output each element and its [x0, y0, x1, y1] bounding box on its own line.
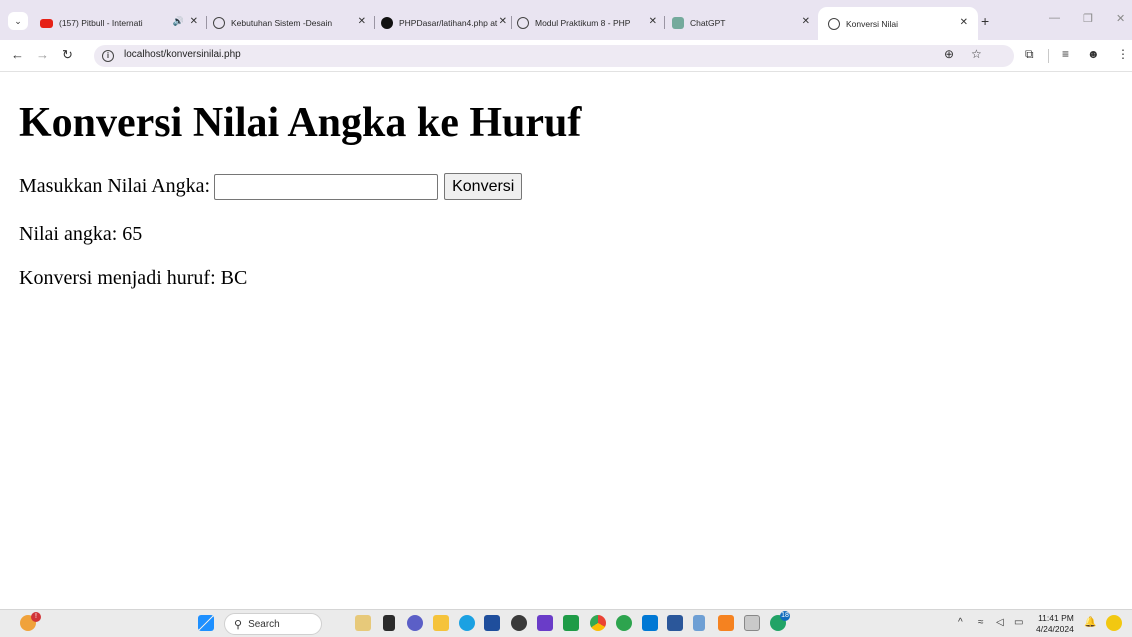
file-explorer-icon[interactable] [433, 615, 449, 631]
url-text: localhost/konversinilai.php [124, 49, 241, 60]
clock-time: 11:41 PM [1038, 613, 1074, 623]
globe-icon [213, 17, 225, 29]
profile-app-icon[interactable] [1106, 615, 1122, 631]
clock-date: 4/24/2024 [1036, 624, 1074, 634]
reload-icon[interactable]: ↻ [62, 47, 73, 63]
forward-icon[interactable]: → [36, 47, 49, 62]
vscode-icon[interactable] [642, 615, 658, 631]
visual-studio-icon[interactable] [537, 615, 553, 631]
word-icon[interactable] [667, 615, 683, 631]
tab-chatgpt[interactable]: ChatGPT ✕ [672, 12, 810, 34]
minimize-icon[interactable]: — [1049, 12, 1060, 24]
address-bar[interactable]: i localhost/konversinilai.php ⊕ ☆ [94, 45, 1014, 67]
chrome-icon[interactable] [590, 615, 606, 631]
konversi-form: Masukkan Nilai Angka: Konversi [19, 173, 523, 200]
copilot-widget-icon[interactable] [355, 615, 371, 631]
tab-separator [664, 16, 665, 29]
page-viewport: Konversi Nilai Angka ke Huruf Masukkan N… [0, 73, 1132, 609]
close-tab-icon[interactable]: ✕ [358, 16, 366, 27]
tab-youtube[interactable]: (157) Pitbull - Internati 🔊 ✕ [40, 12, 198, 34]
app-icon[interactable] [616, 615, 632, 631]
profile-avatar-icon[interactable]: ☻ [1087, 47, 1100, 61]
close-tab-icon[interactable]: ✕ [802, 16, 810, 27]
tab-title: PHPDasar/latihan4.php at [399, 18, 498, 28]
store-icon[interactable] [484, 615, 500, 631]
nilai-angka-input[interactable] [214, 173, 439, 200]
edge-icon[interactable] [459, 615, 475, 631]
audio-playing-icon[interactable]: 🔊 [173, 16, 184, 27]
tab-search-dropdown-icon[interactable]: ⌄ [8, 12, 28, 30]
wifi-icon[interactable]: ≈ [978, 617, 984, 628]
close-tab-icon[interactable]: ✕ [499, 16, 507, 27]
tab-title: Modul Praktikum 8 - PHP [535, 18, 631, 28]
battery-icon[interactable]: ▭ [1014, 617, 1023, 628]
show-hidden-icons-chevron-icon[interactable]: ^ [958, 617, 963, 628]
youtube-icon [40, 18, 53, 28]
search-icon: ⚲ [234, 618, 243, 631]
page-title: Konversi Nilai Angka ke Huruf [19, 100, 582, 146]
tab-strip: ⌄ (157) Pitbull - Internati 🔊 ✕ Kebutuha… [0, 0, 1132, 40]
windows-taskbar: ! ⚲ Search 18 ^ ≈ ◁ ▭ 11:41 PM 4/24/2024… [0, 609, 1132, 637]
taskbar-clock[interactable]: 11:41 PM 4/24/2024 [1036, 613, 1074, 635]
weather-alert-badge: ! [31, 612, 41, 622]
tab-separator [511, 16, 512, 29]
new-tab-icon[interactable]: + [981, 13, 989, 29]
zoom-icon[interactable]: ⊕ [944, 47, 954, 61]
tab-title: ChatGPT [690, 18, 726, 28]
taskbar-search-box[interactable]: ⚲ Search [224, 613, 322, 635]
toolbar-separator [1048, 49, 1049, 63]
globe-icon [517, 17, 529, 29]
tab-separator [374, 16, 375, 29]
tab-modul-praktikum[interactable]: Modul Praktikum 8 - PHP ✕ [517, 12, 657, 34]
close-tab-icon[interactable]: ✕ [649, 16, 657, 27]
xbox-icon[interactable] [563, 615, 579, 631]
restore-icon[interactable]: ❐ [1083, 12, 1093, 25]
task-view-icon[interactable] [383, 615, 395, 631]
bookmark-star-icon[interactable]: ☆ [971, 47, 982, 61]
app-icon[interactable] [511, 615, 527, 631]
chatgpt-icon [672, 17, 684, 29]
close-tab-icon[interactable]: ✕ [190, 16, 198, 27]
menu-kebab-icon[interactable]: ⋮ [1117, 47, 1129, 61]
notification-count-badge: 18 [780, 611, 790, 621]
reading-list-icon[interactable]: ≡ [1062, 47, 1069, 61]
tab-title: Kebutuhan Sistem -Desain [231, 18, 333, 28]
teams-chat-icon[interactable] [407, 615, 423, 631]
back-icon[interactable]: ← [11, 47, 24, 62]
browser-toolbar: ← → ↻ i localhost/konversinilai.php ⊕ ☆ [0, 40, 1132, 72]
result-nilai-angka: Nilai angka: 65 [19, 223, 143, 245]
tab-github-phpdasar[interactable]: PHPDasar/latihan4.php at ✕ [381, 12, 507, 34]
konversi-button[interactable]: Konversi [444, 173, 523, 200]
notification-bell-icon[interactable]: 🔔 [1084, 617, 1096, 628]
taskbar-search-label: Search [248, 618, 280, 630]
github-icon [381, 17, 393, 29]
site-info-icon[interactable]: i [102, 50, 114, 62]
result-konversi-huruf: Konversi menjadi huruf: BC [19, 267, 248, 289]
notepad-icon[interactable] [693, 615, 705, 631]
snipping-tool-icon[interactable] [744, 615, 760, 631]
volume-icon[interactable]: ◁ [996, 617, 1004, 628]
tab-konversi-nilai[interactable]: Konversi Nilai ✕ [818, 7, 978, 40]
xampp-icon[interactable] [718, 615, 734, 631]
extensions-icon[interactable]: ⧉ [1025, 47, 1034, 62]
tab-title: (157) Pitbull - Internati [59, 18, 143, 28]
globe-icon [828, 17, 840, 30]
close-window-icon[interactable]: ✕ [1116, 12, 1125, 25]
tab-title: Konversi Nilai [846, 18, 898, 29]
tab-kebutuhan-sistem[interactable]: Kebutuhan Sistem -Desain ✕ [213, 12, 366, 34]
tab-separator [206, 16, 207, 29]
nilai-input-label: Masukkan Nilai Angka: [19, 175, 211, 197]
close-tab-icon[interactable]: ✕ [960, 17, 968, 28]
start-windows-icon[interactable] [198, 615, 214, 631]
